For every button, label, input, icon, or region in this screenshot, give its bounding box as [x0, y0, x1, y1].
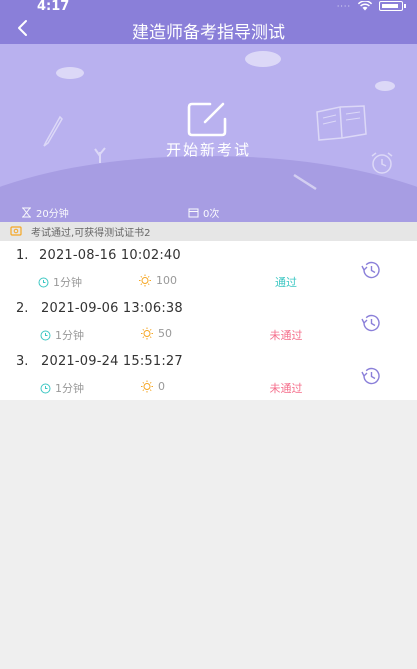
exam-attempts-value: 0次: [203, 209, 220, 220]
cloud-icon: [245, 51, 281, 67]
navigation-bar: 建造师备考指导测试: [0, 14, 417, 44]
exam-record-row[interactable]: 3. 2021-09-24 15:51:27 1分钟 0 未通过: [0, 347, 417, 400]
status-time: 4:17: [37, 0, 70, 14]
record-index: 1.: [16, 248, 29, 263]
battery-icon: [379, 1, 406, 11]
exam-record-row[interactable]: 1. 2021-08-16 10:02:40 1分钟 100 通过: [0, 241, 417, 294]
record-datetime: 2021-09-24 15:51:27: [41, 354, 183, 369]
certificate-icon: [10, 226, 22, 236]
hourglass-icon: [22, 207, 31, 218]
ruler-icon: [293, 173, 317, 191]
book-icon: [316, 105, 367, 141]
exam-duration-value: 20分钟: [36, 209, 69, 220]
wifi-icon: [357, 1, 373, 11]
history-icon[interactable]: [360, 260, 382, 280]
record-datetime: 2021-08-16 10:02:40: [39, 248, 181, 263]
history-icon[interactable]: [360, 366, 382, 386]
exam-record-row[interactable]: 2. 2021-09-06 13:06:38 1分钟 50 未通过: [0, 294, 417, 347]
exam-record-list: 1. 2021-08-16 10:02:40 1分钟 100 通过 2. 202…: [0, 241, 417, 400]
record-index: 2.: [16, 301, 29, 316]
certificate-notice: 考试通过,可获得测试证书2: [0, 222, 417, 241]
edit-square-icon[interactable]: [186, 100, 230, 138]
notice-text: 考试通过,可获得测试证书2: [31, 228, 151, 239]
cloud-icon: [56, 67, 84, 79]
record-datetime: 2021-09-06 13:06:38: [41, 301, 183, 316]
record-result: 未通过: [269, 382, 303, 395]
exam-duration: 20分钟: [21, 205, 69, 220]
calendar-icon: [188, 208, 199, 218]
record-result: 通过: [275, 276, 297, 289]
signal-dots: ····: [336, 1, 351, 11]
exam-attempts: 0次: [188, 205, 219, 220]
history-icon[interactable]: [360, 313, 382, 333]
record-index: 3.: [16, 354, 29, 369]
start-new-exam-button[interactable]: 开始新考试: [0, 139, 417, 160]
hero-banner: 开始新考试 20分钟 0次: [0, 44, 417, 222]
status-indicators: ····: [336, 1, 406, 11]
cloud-icon: [375, 81, 395, 91]
record-result: 未通过: [269, 329, 303, 342]
status-bar: 4:17 ····: [0, 0, 417, 14]
page-title: 建造师备考指导测试: [132, 23, 285, 43]
